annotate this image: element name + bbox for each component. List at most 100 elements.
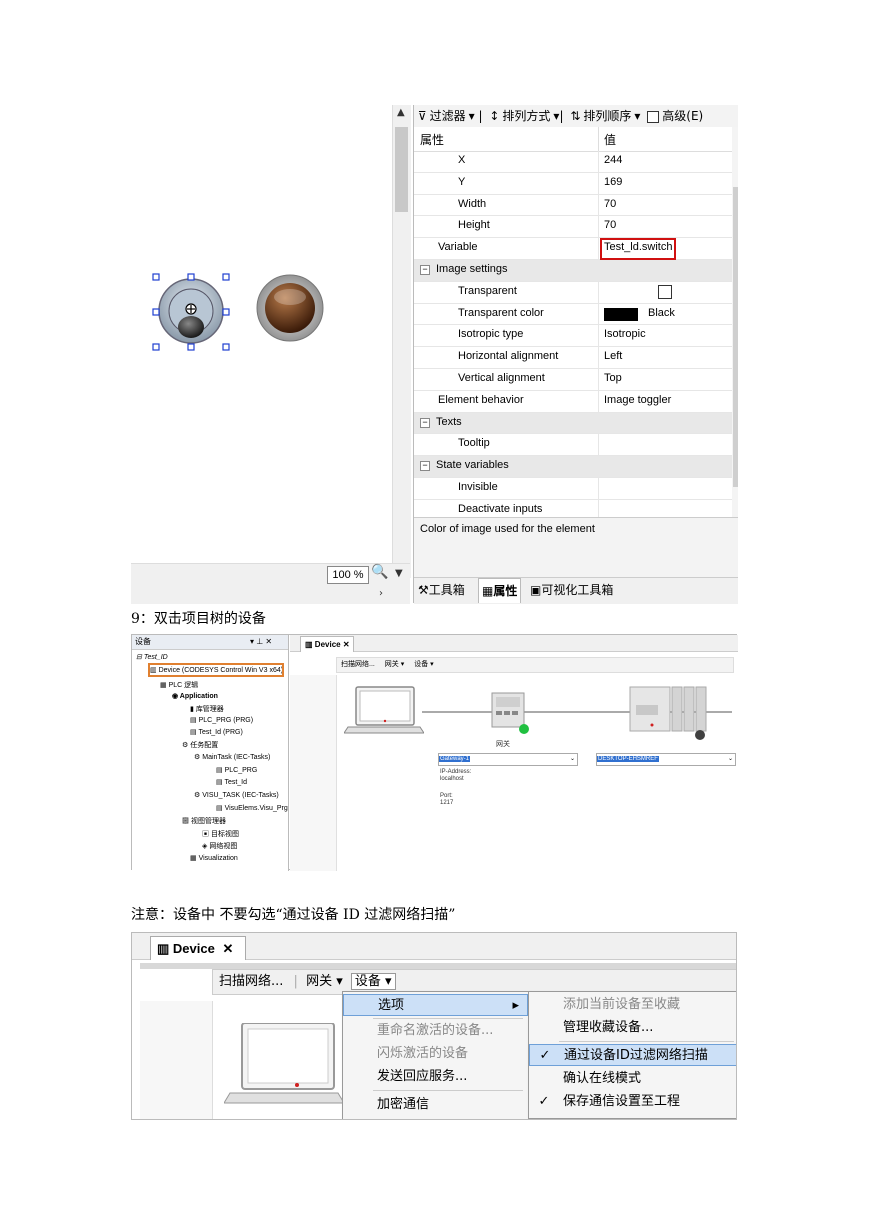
menu-item-send-echo[interactable]: 发送回应服务...	[343, 1066, 528, 1088]
menu-item-rename-device[interactable]: 重命名激活的设备...	[343, 1020, 528, 1042]
collapse-icon[interactable]: −	[420, 417, 430, 428]
scroll-thumb[interactable]	[733, 187, 738, 487]
menu-item-encrypt[interactable]: 加密通信	[343, 1094, 528, 1116]
tab-device[interactable]: ▥ Device ✕	[150, 936, 246, 960]
dropdown-arrow-icon[interactable]: ▾ |	[469, 109, 483, 123]
collapse-icon[interactable]: −	[420, 461, 430, 472]
tree-node-plc-prg[interactable]: ▤ PLC_PRG (PRG)	[190, 716, 253, 724]
gateway-select[interactable]: Gateway-1 ⌄	[438, 753, 578, 766]
dropdown-arrow-icon[interactable]: ▾	[332, 974, 343, 989]
tab-toolbox[interactable]: ⚒工具箱	[418, 578, 465, 602]
property-row[interactable]: Y 169	[414, 172, 732, 195]
color-swatch[interactable]	[604, 307, 638, 321]
property-value[interactable]: 244	[604, 154, 622, 166]
collapse-icon[interactable]: −	[420, 264, 430, 275]
image-toggler-switch[interactable]	[151, 273, 235, 353]
advanced-checkbox[interactable]	[647, 110, 660, 123]
properties-scrollbar[interactable]	[732, 127, 738, 517]
property-row[interactable]: Tooltip	[414, 434, 732, 457]
device-menu-open[interactable]: 设备 ▾	[350, 973, 396, 990]
dropdown-arrow-icon[interactable]: ▾	[634, 109, 640, 123]
tab-properties[interactable]: ▦属性	[478, 578, 522, 603]
menu-item-manage-favorites[interactable]: 管理收藏设备...	[529, 1017, 736, 1039]
scroll-up-icon[interactable]: ▲	[397, 107, 405, 118]
canvas-vertical-scrollbar[interactable]: ▲	[392, 105, 411, 578]
menu-item-blink-device[interactable]: 闪烁激活的设备	[343, 1043, 528, 1065]
property-row[interactable]: Vertical alignment Top	[414, 368, 732, 391]
tree-node-project[interactable]: ⊟ Test_ID	[136, 653, 168, 661]
sort-order-icon[interactable]: ⇅	[570, 109, 580, 123]
value-column-header[interactable]: 值	[604, 131, 616, 148]
property-row[interactable]: X 244	[414, 151, 732, 173]
filter-button[interactable]: 过滤器	[430, 109, 466, 123]
close-icon[interactable]: ✕	[222, 941, 233, 956]
property-value[interactable]: 169	[604, 176, 622, 188]
menu-item-add-favorite[interactable]: 添加当前设备至收藏	[529, 994, 736, 1016]
property-row[interactable]: Transparent color Black	[414, 303, 732, 326]
scan-network-button[interactable]: 扫描网络...	[219, 974, 283, 989]
property-group-row[interactable]: − Image settings	[414, 259, 732, 282]
dropdown-arrow-icon[interactable]: ▾|	[553, 109, 563, 123]
tab-visu-toolbox[interactable]: ▣可视化工具箱	[530, 578, 613, 602]
property-value[interactable]: Isotropic	[604, 328, 646, 340]
menu-item-options[interactable]: 选项 ▸	[343, 994, 528, 1016]
property-row[interactable]: Horizontal alignment Left	[414, 347, 732, 369]
property-row[interactable]: Width 70	[414, 194, 732, 217]
sort-by-button[interactable]: 排列方式	[502, 109, 550, 123]
tree-node-plc-logic[interactable]: ▦ PLC 逻辑	[160, 680, 198, 690]
property-row[interactable]: Element behavior Image toggler	[414, 390, 732, 413]
tree-node-view-manager[interactable]: ▩ 视图管理器	[182, 816, 226, 826]
scroll-down-icon[interactable]: ▼	[395, 568, 403, 579]
tree-node-application[interactable]: ◉ Application	[172, 692, 218, 700]
property-value[interactable]: Image toggler	[604, 394, 671, 406]
close-icon[interactable]: ✕	[343, 640, 350, 649]
scroll-right-icon[interactable]: ›	[379, 588, 383, 599]
property-row[interactable]: Isotropic type Isotropic	[414, 325, 732, 348]
chevron-down-icon[interactable]: ⌄	[570, 754, 575, 765]
property-group-row[interactable]: − Texts	[414, 412, 732, 435]
scroll-thumb[interactable]	[395, 127, 408, 212]
zoom-level[interactable]: 100 %	[327, 566, 369, 584]
pin-close-icon[interactable]: ▾ ⊥ ✕	[250, 635, 272, 649]
property-value[interactable]: 70	[604, 198, 616, 210]
tree-node-visu-task[interactable]: ⚙ VISU_TASK (IEC-Tasks)	[194, 791, 279, 799]
tree-node-visu-prg[interactable]: ▤ VisuElems.Visu_Prg	[216, 804, 288, 812]
property-value[interactable]: Top	[604, 372, 622, 384]
device-select[interactable]: DESKTOP-EHSMREF ⌄	[596, 753, 736, 766]
tree-node-test-id[interactable]: ▤ Test_Id (PRG)	[190, 728, 243, 736]
tree-node-library-manager[interactable]: ▮ 库管理器	[190, 704, 224, 714]
zoom-magnifier-icon[interactable]: 🔍	[371, 564, 389, 582]
sort-order-button[interactable]: 排列顺序	[583, 109, 631, 123]
menu-item-confirm-online[interactable]: 确认在线模式	[529, 1068, 736, 1090]
visualization-canvas[interactable]	[131, 105, 391, 603]
property-value[interactable]: Left	[604, 350, 622, 362]
gateway-menu[interactable]: 网关 ▾	[385, 661, 404, 668]
filter-icon[interactable]: ⊽	[414, 109, 427, 123]
tree-node-maintask[interactable]: ⚙ MainTask (IEC-Tasks)	[194, 753, 270, 761]
transparent-checkbox[interactable]	[658, 284, 672, 299]
collapse-icon[interactable]: ⊟	[136, 654, 142, 661]
property-group-row[interactable]: − State variables	[414, 456, 732, 478]
property-column-header[interactable]: 属性	[420, 131, 444, 148]
menu-item-filter-by-device-id[interactable]: ✓ 通过设备ID过滤网络扫描	[529, 1044, 736, 1066]
tree-node-web-view[interactable]: ◈ 网络视图	[202, 841, 237, 851]
tab-device[interactable]: ▥ Device ✕	[300, 636, 354, 652]
property-row[interactable]: Invisible	[414, 477, 732, 500]
tree-node-task-config[interactable]: ⚙ 任务配置	[182, 740, 218, 750]
tree-node-test-id-call[interactable]: ▤ Test_Id	[216, 778, 247, 786]
device-menu[interactable]: 设备 ▾	[414, 661, 433, 668]
property-value[interactable]: Black	[648, 307, 675, 319]
property-row[interactable]: Transparent	[414, 281, 732, 304]
tree-node-plc-prg-call[interactable]: ▤ PLC_PRG	[216, 766, 257, 774]
menu-item-save-comm-settings[interactable]: ✓ 保存通信设置至工程	[529, 1091, 736, 1113]
property-row-variable[interactable]: Variable Test_ld.switch	[414, 238, 732, 261]
tree-node-visualization[interactable]: ▦ Visualization	[190, 854, 238, 862]
sort-by-icon[interactable]: ↕	[489, 109, 499, 123]
gateway-menu[interactable]: 网关	[306, 974, 332, 989]
scan-network-button[interactable]: 扫描网络...	[341, 661, 375, 668]
property-value[interactable]: 70	[604, 219, 616, 231]
tree-node-target-view[interactable]: ▣ 目标视图	[202, 829, 239, 839]
menu-label: 加密通信	[377, 1097, 430, 1112]
chevron-down-icon[interactable]: ⌄	[728, 754, 733, 765]
property-row[interactable]: Height 70	[414, 216, 732, 239]
